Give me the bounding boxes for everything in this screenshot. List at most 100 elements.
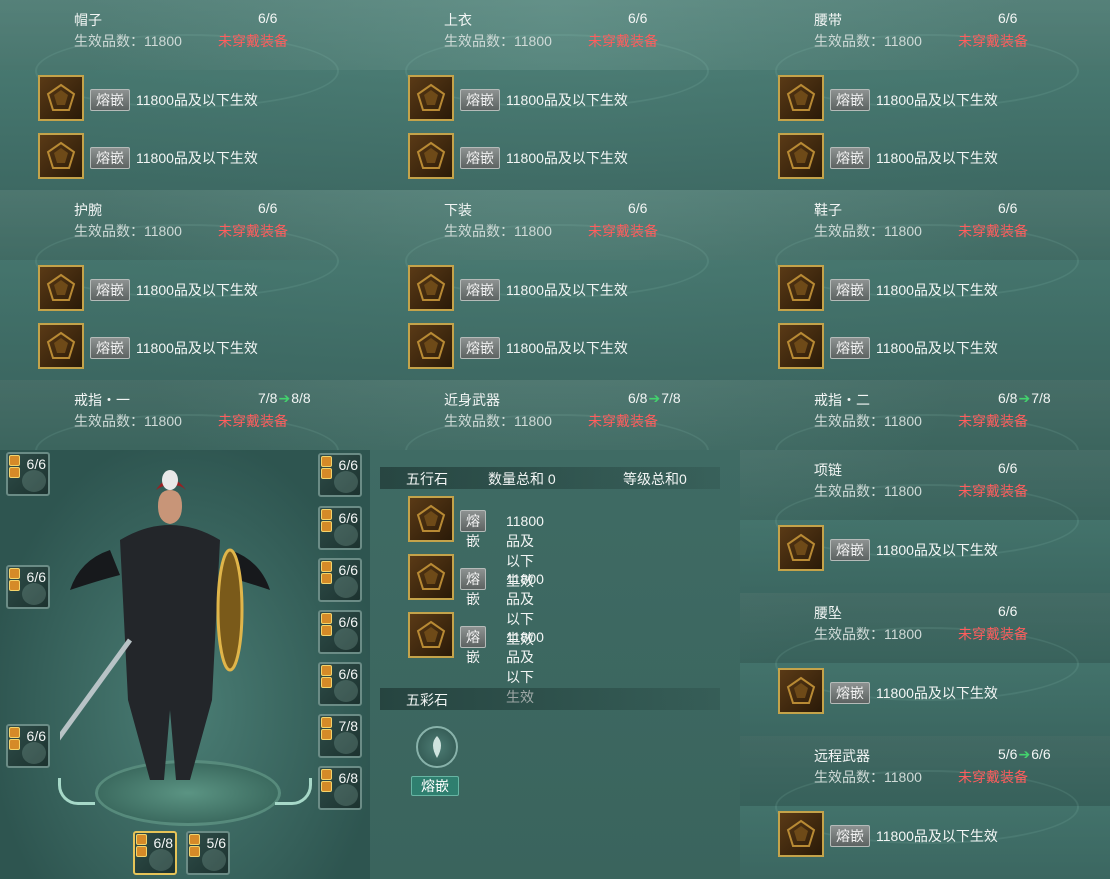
equip-silhouette-icon: [22, 742, 46, 764]
equip-slot[interactable]: 6/6: [6, 565, 50, 609]
gem-slot[interactable]: [408, 612, 454, 658]
equip-slot[interactable]: 6/8: [133, 831, 177, 875]
inlay-button[interactable]: 熔嵌: [830, 825, 870, 847]
slot-value: 6/6: [338, 614, 358, 630]
equip-silhouette-icon: [334, 680, 358, 702]
inlay-button[interactable]: 熔嵌: [830, 147, 870, 169]
inlay-condition: 11800品及以下生效: [136, 150, 258, 166]
wuxing-panel: 五行石 数量总和 0 等级总和0 熔嵌 11800品及以下生效 熔嵌 11800品及以…: [370, 450, 740, 879]
equip-slot[interactable]: 6/6: [318, 453, 362, 497]
slot-name: 下装: [444, 202, 472, 218]
equip-silhouette-icon: [334, 576, 358, 598]
wuxing-header: 五行石 数量总和 0 等级总和0: [380, 467, 720, 489]
gem-slot[interactable]: [38, 133, 84, 179]
inlay-button[interactable]: 熔嵌: [830, 89, 870, 111]
gem-icon: [46, 83, 76, 111]
inlay-button[interactable]: 熔嵌: [830, 539, 870, 561]
gem-slot[interactable]: [408, 133, 454, 179]
equip-cell: 下装 6/6 生效品数：11800 未穿戴装备 熔嵌 11800品及以下生效 熔嵌 11800…: [370, 190, 740, 380]
equip-cell: 近身武器 6/8➔7/8 生效品数：11800 未穿戴装备: [370, 380, 740, 450]
wucai-title: 五彩石: [406, 692, 448, 708]
gem-icon: [46, 273, 76, 301]
equip-silhouette-icon: [22, 470, 46, 492]
equip-slot[interactable]: 6/6: [6, 724, 50, 768]
gem-slot[interactable]: [38, 75, 84, 121]
inlay-condition: 11800品及以下生效: [136, 92, 258, 108]
inlay-button[interactable]: 熔嵌: [830, 337, 870, 359]
gem-slot[interactable]: [778, 811, 824, 857]
inlay-button[interactable]: 熔嵌: [460, 626, 486, 665]
inlay-condition: 11800品及以下生效: [876, 685, 998, 701]
slot-name: 近身武器: [444, 392, 500, 408]
slot-value: 6/8: [153, 835, 173, 851]
inlay-button[interactable]: 熔嵌: [460, 279, 500, 301]
inlay-button[interactable]: 熔嵌: [460, 147, 500, 169]
equip-slot[interactable]: 6/8: [318, 766, 362, 810]
inlay-button[interactable]: 熔嵌: [460, 89, 500, 111]
rotate-right-button[interactable]: [275, 778, 312, 805]
gem-indicator: [189, 834, 201, 858]
equip-slot[interactable]: 5/6: [186, 831, 230, 875]
inlay-condition: 11800品及以下生效: [876, 340, 998, 356]
wucai-slot[interactable]: [416, 726, 458, 768]
inlay-condition: 11800品及以下生效: [876, 92, 998, 108]
inlay-condition: 11800品及以下生效: [876, 150, 998, 166]
gem-slot[interactable]: [38, 323, 84, 369]
inlay-button[interactable]: 熔嵌: [90, 147, 130, 169]
slot-count: 6/6: [628, 10, 648, 26]
inlay-button[interactable]: 熔嵌: [830, 279, 870, 301]
slot-count: 6/8➔7/8: [998, 390, 1051, 406]
rotate-left-button[interactable]: [58, 778, 95, 805]
equip-silhouette-icon: [149, 849, 173, 871]
inlay-button[interactable]: 熔嵌: [90, 279, 130, 301]
wucai-inlay-button[interactable]: 熔嵌: [411, 776, 459, 796]
gem-slot[interactable]: [778, 668, 824, 714]
equip-slot[interactable]: 6/6: [318, 610, 362, 654]
effective-grade: 生效品数：11800: [814, 33, 922, 49]
slot-name: 鞋子: [814, 202, 842, 218]
inlay-button[interactable]: 熔嵌: [830, 682, 870, 704]
equip-cell: 戒指・一 7/8➔8/8 生效品数：11800 未穿戴装备: [0, 380, 370, 450]
gem-slot[interactable]: [408, 554, 454, 600]
inlay-button[interactable]: 熔嵌: [460, 337, 500, 359]
equip-slot[interactable]: 7/8: [318, 714, 362, 758]
gem-slot[interactable]: [778, 525, 824, 571]
slot-value: 6/6: [26, 728, 46, 744]
effective-grade: 生效品数：11800: [814, 483, 922, 499]
equip-silhouette-icon: [334, 524, 358, 546]
inlay-button[interactable]: 熔嵌: [460, 510, 486, 549]
equip-cell: 项链 6/6 生效品数：11800 未穿戴装备 熔嵌 11800品及以下生效: [740, 450, 1110, 593]
gem-slot[interactable]: [408, 265, 454, 311]
not-worn-warning: 未穿戴装备: [588, 223, 658, 239]
gem-slot[interactable]: [778, 75, 824, 121]
inlay-button[interactable]: 熔嵌: [90, 337, 130, 359]
slot-value: 5/6: [206, 835, 226, 851]
equip-slot[interactable]: 6/6: [318, 662, 362, 706]
gem-slot[interactable]: [778, 133, 824, 179]
inlay-button[interactable]: 熔嵌: [460, 568, 486, 607]
slot-value: 6/6: [26, 569, 46, 585]
equip-slot[interactable]: 6/6: [318, 558, 362, 602]
effective-grade: 生效品数：11800: [814, 223, 922, 239]
slot-value: 6/6: [338, 562, 358, 578]
gem-indicator: [321, 456, 333, 480]
gem-icon: [416, 273, 446, 301]
character-panel: 6/6 6/6 6/6 6/6 6/6 6/6 6/6 6/6 7/8 6/8 6/8 5/6: [0, 450, 370, 879]
effective-grade: 生效品数：11800: [444, 223, 552, 239]
equip-slot[interactable]: 6/6: [6, 452, 50, 496]
equip-slot[interactable]: 6/6: [318, 506, 362, 550]
not-worn-warning: 未穿戴装备: [958, 769, 1028, 785]
gem-indicator: [321, 561, 333, 585]
gem-slot[interactable]: [408, 496, 454, 542]
gem-slot[interactable]: [408, 75, 454, 121]
upgrade-arrow-icon: ➔: [1018, 390, 1031, 406]
gem-slot[interactable]: [38, 265, 84, 311]
gem-slot[interactable]: [408, 323, 454, 369]
inlay-button[interactable]: 熔嵌: [90, 89, 130, 111]
equip-cell: 腰带 6/6 生效品数：11800 未穿戴装备 熔嵌 11800品及以下生效 熔嵌 11800…: [740, 0, 1110, 190]
slot-value: 6/6: [338, 510, 358, 526]
slot-value: 6/8: [338, 770, 358, 786]
equip-cell: 鞋子 6/6 生效品数：11800 未穿戴装备 熔嵌 11800品及以下生效 熔嵌 11800…: [740, 190, 1110, 380]
gem-slot[interactable]: [778, 323, 824, 369]
gem-slot[interactable]: [778, 265, 824, 311]
